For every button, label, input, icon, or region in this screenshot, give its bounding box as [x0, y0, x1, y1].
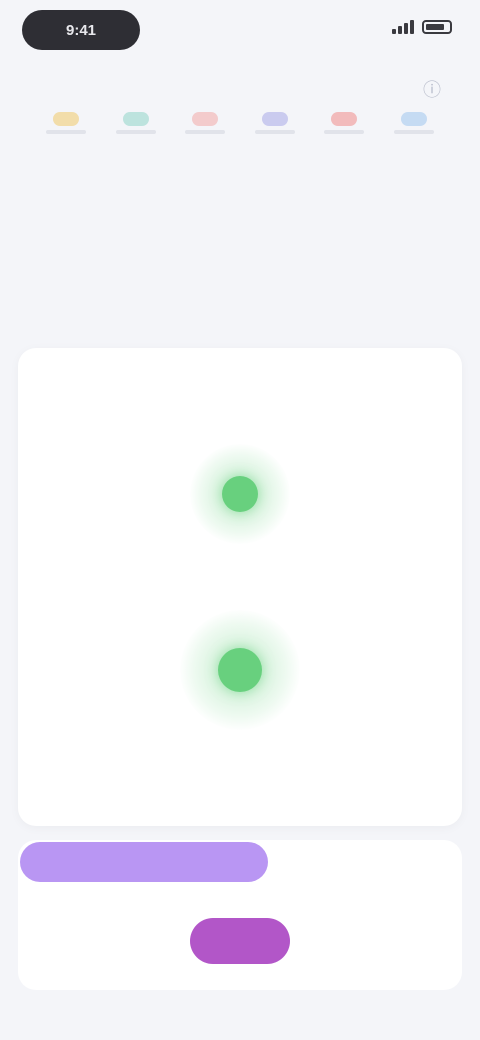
- status-card: [18, 348, 462, 826]
- status-indicator-2: [218, 648, 262, 692]
- mood-selector: [40, 112, 440, 152]
- mood-label: [324, 130, 365, 134]
- mood-option-tired[interactable]: [388, 112, 440, 152]
- mood-label: [185, 130, 226, 134]
- submit-button[interactable]: [190, 918, 290, 964]
- mood-label: [46, 130, 86, 134]
- mood-label: [254, 130, 295, 134]
- info-icon[interactable]: ⓘ: [422, 76, 442, 100]
- happy-mood-icon: [53, 112, 79, 126]
- tired-mood-icon: [400, 112, 427, 126]
- sad-mood-icon: [261, 112, 288, 126]
- primary-action-button[interactable]: [20, 842, 268, 882]
- status-bar: 9:41: [0, 0, 480, 62]
- mood-option-calm[interactable]: [110, 112, 162, 152]
- status-icons: [392, 20, 452, 34]
- page-header: ⓘ: [0, 62, 480, 108]
- status-indicator-1: [222, 476, 258, 512]
- calm-mood-icon: [122, 112, 149, 126]
- status-time-pill: 9:41: [22, 10, 140, 50]
- mood-option-angry[interactable]: [318, 112, 370, 152]
- mood-option-anxious[interactable]: [179, 112, 231, 152]
- mood-option-happy[interactable]: [40, 112, 92, 152]
- mood-option-sad[interactable]: [249, 112, 301, 152]
- mood-label: [115, 130, 156, 134]
- battery-icon: [422, 20, 452, 34]
- mood-label: [393, 130, 434, 134]
- status-time: 9:41: [65, 21, 97, 39]
- angry-mood-icon: [331, 112, 358, 126]
- anxious-mood-icon: [192, 112, 219, 126]
- signal-icon: [392, 20, 414, 34]
